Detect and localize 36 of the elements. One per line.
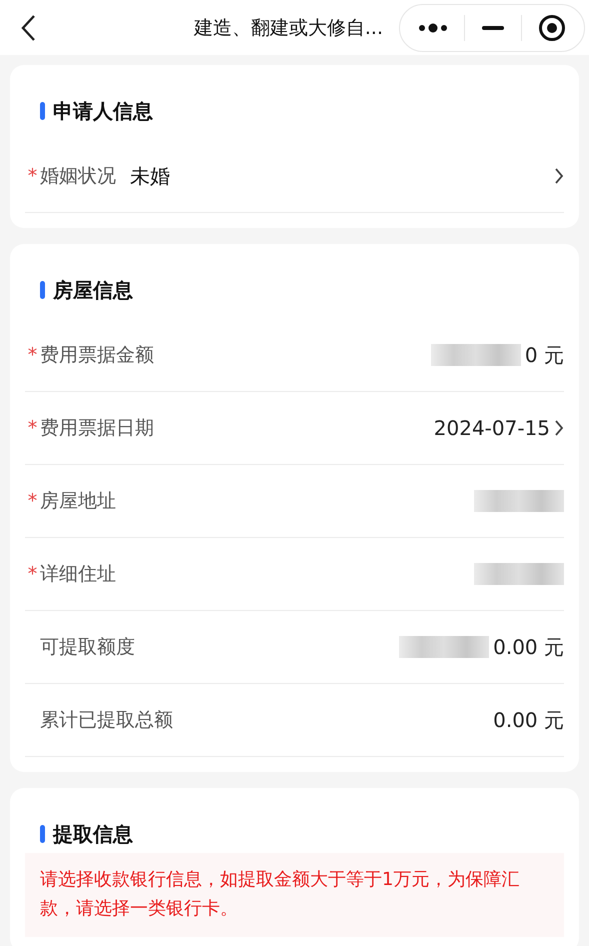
field-value: 0.00 元 — [493, 634, 564, 660]
form-row[interactable]: *婚姻状况 未婚 — [25, 140, 564, 213]
field-value: 未婚 — [130, 162, 170, 190]
accent-bar — [40, 102, 45, 120]
field-value: 2024-07-15 — [434, 416, 550, 440]
field-value: 0 元 — [524, 342, 564, 368]
field-label: 费用票据金额 — [40, 343, 154, 368]
warning-notice: 请选择收款银行信息，如提取金额大于等于1万元，为保障汇款，请选择一类银行卡。 — [25, 853, 564, 937]
form-row[interactable]: 累计已提取总额 0.00 元 — [25, 684, 564, 757]
field-label: 费用票据日期 — [40, 416, 154, 441]
minimize-icon[interactable] — [481, 24, 505, 30]
form-row[interactable]: 可提取额度 0.00 元 — [25, 611, 564, 684]
field-label: 房屋地址 — [40, 489, 116, 514]
required-mark: * — [26, 344, 38, 366]
back-icon[interactable] — [20, 14, 36, 42]
field-value: 0.00 元 — [493, 706, 564, 734]
required-mark: * — [26, 417, 38, 439]
field-label: 详细住址 — [40, 562, 116, 587]
form-row[interactable]: *详细住址 — [25, 538, 564, 611]
accent-bar — [40, 281, 45, 299]
page-title: 建造、翻建或大修自... — [192, 16, 384, 40]
field-label: 婚姻状况 — [40, 164, 116, 189]
form-row[interactable]: *费用票据金额 0 元 — [25, 319, 564, 392]
more-icon[interactable] — [418, 22, 448, 34]
section-title: 提取信息 — [53, 820, 133, 848]
required-mark: * — [26, 563, 38, 585]
close-icon[interactable] — [538, 14, 566, 42]
form-row[interactable]: *费用票据日期 2024-07-15 — [25, 392, 564, 465]
field-label: 可提取额度 — [40, 635, 135, 660]
required-mark: * — [26, 165, 38, 187]
required-mark: * — [26, 490, 38, 512]
accent-bar — [40, 825, 45, 843]
section-title: 房屋信息 — [53, 276, 133, 304]
field-label: 累计已提取总额 — [40, 708, 173, 733]
form-row[interactable]: *房屋地址 — [25, 465, 564, 538]
section-title: 申请人信息 — [53, 98, 153, 124]
